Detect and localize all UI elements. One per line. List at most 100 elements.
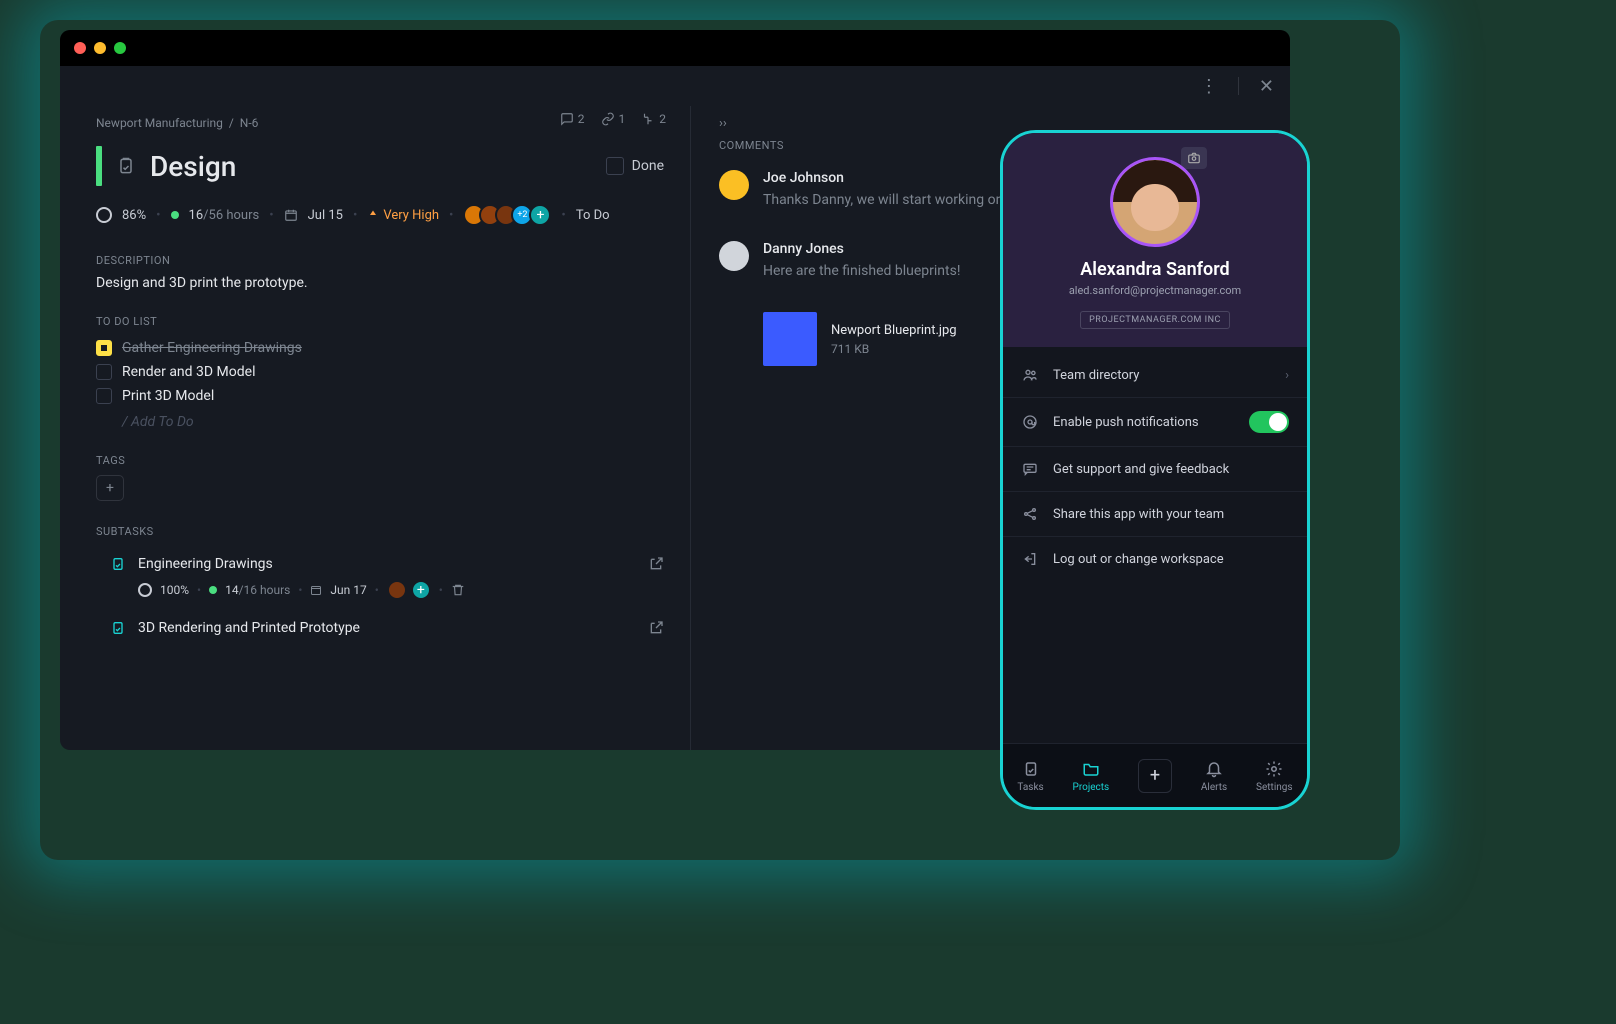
done-label: Done <box>632 158 664 174</box>
tags-label: TAGS <box>96 454 664 467</box>
description-label: DESCRIPTION <box>96 254 664 267</box>
tab-label: Tasks <box>1017 782 1043 793</box>
window-titlebar <box>60 30 1290 66</box>
checkbox-checked-icon[interactable] <box>96 340 112 356</box>
todo-label: TO DO LIST <box>96 315 664 328</box>
settings-menu: Team directory › Enable push notificatio… <box>1003 347 1307 587</box>
priority-badge[interactable]: Very High <box>367 208 439 223</box>
status-dot-icon <box>171 211 179 219</box>
progress-ring-icon <box>96 207 112 223</box>
avatar[interactable] <box>387 580 407 600</box>
profile-header: Alexandra Sanford aled.sanford@projectma… <box>1003 133 1307 347</box>
tab-label: Projects <box>1073 782 1110 793</box>
window-maximize-dot[interactable] <box>114 42 126 54</box>
subtask-count[interactable]: 2 <box>641 112 666 126</box>
menu-logout[interactable]: Log out or change workspace <box>1003 537 1307 581</box>
profile-name: Alexandra Sanford <box>1019 259 1291 280</box>
logout-icon <box>1021 550 1039 568</box>
bell-icon <box>1204 759 1224 779</box>
close-icon[interactable]: ✕ <box>1259 76 1274 97</box>
link-count[interactable]: 1 <box>601 112 626 126</box>
chat-icon <box>1021 460 1039 478</box>
checkbox-icon[interactable] <box>96 388 112 404</box>
clipboard-icon <box>110 556 126 572</box>
avatar[interactable] <box>719 170 749 200</box>
camera-icon[interactable] <box>1181 147 1207 169</box>
open-external-icon[interactable] <box>648 556 664 572</box>
menu-label: Log out or change workspace <box>1053 552 1289 567</box>
gear-icon <box>1264 759 1284 779</box>
hours-logged[interactable]: 16/56 hours <box>189 208 260 223</box>
status-dot-icon <box>209 586 217 594</box>
calendar-icon <box>310 584 322 596</box>
clipboard-icon <box>110 620 126 636</box>
comment-author: Danny Jones <box>763 241 960 257</box>
todo-item[interactable]: Print 3D Model <box>96 384 664 408</box>
people-icon <box>1021 366 1039 384</box>
tab-alerts[interactable]: Alerts <box>1201 759 1227 793</box>
done-checkbox[interactable]: Done <box>606 157 664 175</box>
assignee-avatars[interactable]: +2 + <box>463 204 551 226</box>
subtask-hours: 14/16 hours <box>225 583 290 597</box>
chevron-right-icon: › <box>1285 368 1289 383</box>
share-icon <box>1021 505 1039 523</box>
priority-color-bar <box>96 146 102 186</box>
folder-icon <box>1081 759 1101 779</box>
todo-text: Gather Engineering Drawings <box>122 340 302 356</box>
tab-settings[interactable]: Settings <box>1256 759 1293 793</box>
profile-avatar[interactable] <box>1110 157 1200 247</box>
description-text[interactable]: Design and 3D print the prototype. <box>96 275 664 291</box>
comment-count[interactable]: 2 <box>560 112 585 126</box>
subtask-title: 3D Rendering and Printed Prototype <box>138 620 360 636</box>
add-assignee-button[interactable]: + <box>529 204 551 226</box>
calendar-icon <box>284 208 298 222</box>
more-icon[interactable]: ⋮ <box>1200 76 1218 97</box>
add-tag-button[interactable]: + <box>96 475 124 501</box>
subtask-meta: 100% • 14/16 hours • Jun 17 • + • <box>110 580 664 600</box>
add-todo-input[interactable]: / Add To Do <box>96 414 664 430</box>
avatar[interactable] <box>719 241 749 271</box>
attachment-size: 711 KB <box>831 342 957 356</box>
collapse-icon[interactable]: ›› <box>719 116 1270 131</box>
attachment-thumbnail <box>763 312 817 366</box>
task-meta-row: 86% • 16/56 hours • Jul 15 • Very High •… <box>96 204 664 226</box>
clipboard-icon <box>116 156 136 176</box>
window-minimize-dot[interactable] <box>94 42 106 54</box>
clipboard-icon <box>1021 759 1041 779</box>
mobile-tabbar: Tasks Projects + Alerts Settings <box>1003 743 1307 807</box>
menu-support[interactable]: Get support and give feedback <box>1003 447 1307 492</box>
subtask-item[interactable]: 3D Rendering and Printed Prototype <box>96 610 664 646</box>
menu-label: Enable push notifications <box>1053 415 1235 430</box>
tab-label: Alerts <box>1201 782 1227 793</box>
todo-item[interactable]: Gather Engineering Drawings <box>96 336 664 360</box>
attachment-filename: Newport Blueprint.jpg <box>831 323 957 338</box>
todo-item[interactable]: Render and 3D Model <box>96 360 664 384</box>
open-external-icon[interactable] <box>648 620 664 636</box>
subtask-title: Engineering Drawings <box>138 556 273 572</box>
add-assignee-button[interactable]: + <box>411 580 431 600</box>
subtask-item[interactable]: Engineering Drawings 100% • 14/16 hours … <box>96 546 664 610</box>
menu-label: Get support and give feedback <box>1053 462 1289 477</box>
mobile-profile-screen: Alexandra Sanford aled.sanford@projectma… <box>1000 130 1310 810</box>
window-close-dot[interactable] <box>74 42 86 54</box>
subtask-percent: 100% <box>160 583 189 597</box>
menu-team-directory[interactable]: Team directory › <box>1003 353 1307 398</box>
checkbox-icon[interactable] <box>96 364 112 380</box>
status-text[interactable]: To Do <box>576 208 610 223</box>
add-button[interactable]: + <box>1138 759 1172 793</box>
profile-email: aled.sanford@projectmanager.com <box>1019 284 1291 297</box>
menu-push-notifications[interactable]: Enable push notifications <box>1003 398 1307 447</box>
task-stats-row: 2 1 2 <box>560 112 666 126</box>
trash-icon[interactable] <box>451 583 465 597</box>
tab-label: Settings <box>1256 782 1293 793</box>
due-date[interactable]: Jul 15 <box>308 208 343 223</box>
menu-share[interactable]: Share this app with your team <box>1003 492 1307 537</box>
tab-projects[interactable]: Projects <box>1073 759 1110 793</box>
task-title[interactable]: Design <box>150 150 236 183</box>
progress-percent[interactable]: 86% <box>122 208 146 223</box>
toggle-switch[interactable] <box>1249 411 1289 433</box>
todo-text: Render and 3D Model <box>122 364 256 380</box>
workspace-badge: PROJECTMANAGER.COM INC <box>1080 311 1230 329</box>
at-sign-icon <box>1021 413 1039 431</box>
tab-tasks[interactable]: Tasks <box>1017 759 1043 793</box>
